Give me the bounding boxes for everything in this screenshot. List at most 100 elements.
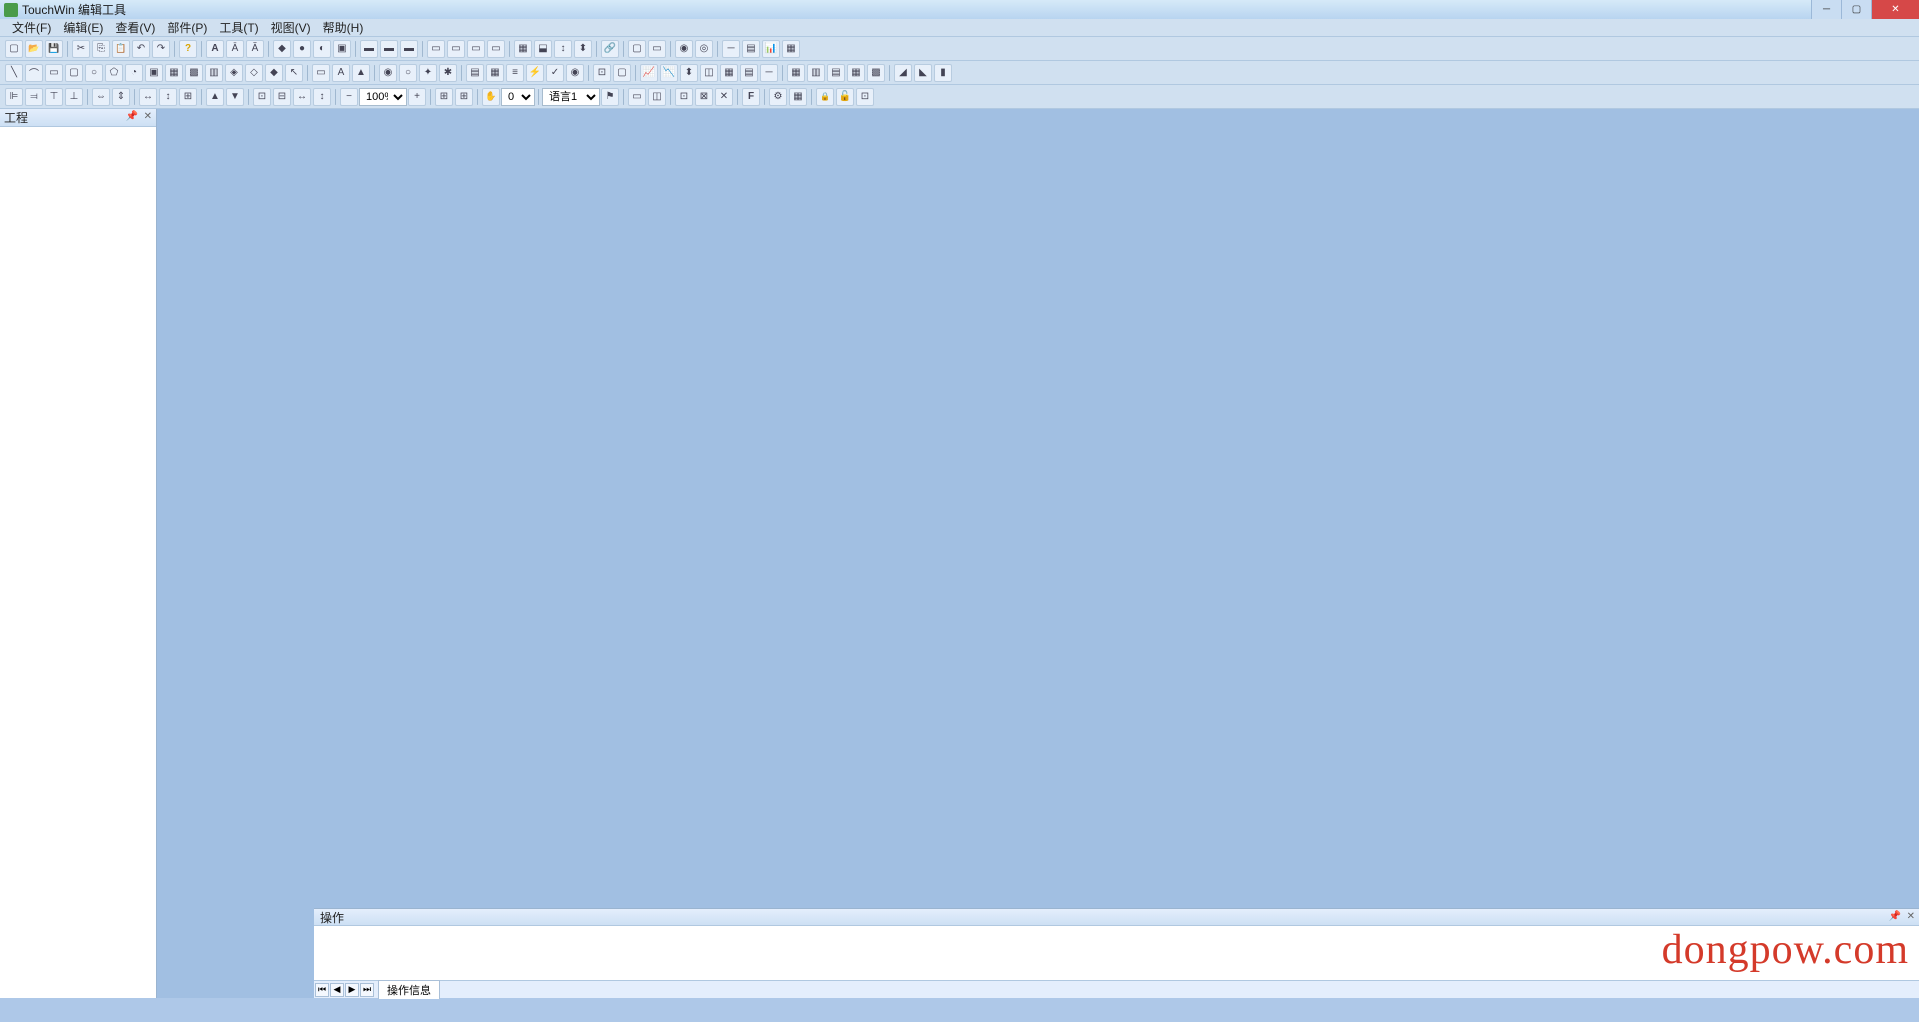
input-tool[interactable]: ▢ [613, 64, 631, 82]
text-tool-button[interactable] [206, 40, 224, 58]
maximize-button[interactable]: ▢ [1841, 0, 1871, 19]
align-left-button[interactable]: ⊫ [5, 88, 23, 106]
arc-tool[interactable]: ⌒ [25, 64, 43, 82]
window-tool[interactable]: ▭ [648, 40, 666, 58]
misc-tool[interactable]: ▮ [934, 64, 952, 82]
redo-button[interactable] [152, 40, 170, 58]
copy-button[interactable] [92, 40, 110, 58]
menu-file[interactable]: 文件(F) [6, 19, 57, 36]
same-size-button[interactable]: ⊞ [179, 88, 197, 106]
meter-tool[interactable]: ▦ [486, 64, 504, 82]
globe-button[interactable] [675, 40, 693, 58]
close-icon[interactable]: ✕ [144, 111, 152, 122]
tool-button[interactable]: Ā [226, 40, 244, 58]
menu-display[interactable]: 视图(V) [265, 19, 317, 36]
close-icon[interactable]: ✕ [1907, 911, 1915, 922]
misc-tool[interactable]: ▤ [742, 40, 760, 58]
display-tool[interactable]: ▭ [427, 40, 445, 58]
same-width-button[interactable]: ↔ [139, 88, 157, 106]
shape-button[interactable]: ▣ [333, 40, 351, 58]
pin-icon[interactable]: 📌 [126, 111, 138, 122]
tab-prev-button[interactable]: ◀ [330, 983, 344, 997]
distribute-v-button[interactable]: ⇕ [112, 88, 130, 106]
meter-tool[interactable]: ⚡ [526, 64, 544, 82]
grid-button[interactable] [435, 88, 453, 106]
about-button[interactable] [179, 40, 197, 58]
menu-help[interactable]: 帮助(H) [317, 19, 370, 36]
center-v-button[interactable]: ↕ [313, 88, 331, 106]
meter-tool[interactable]: ✓ [546, 64, 564, 82]
display-tool[interactable]: ▭ [447, 40, 465, 58]
center-h-button[interactable]: ↔ [293, 88, 311, 106]
pin-icon[interactable]: 📌 [1889, 911, 1901, 922]
font-button[interactable] [742, 88, 760, 106]
select-tool[interactable]: ▭ [628, 88, 646, 106]
meter-tool[interactable]: ▤ [466, 64, 484, 82]
chart-tool[interactable]: ▦ [514, 40, 532, 58]
hand-tool-button[interactable] [482, 88, 500, 106]
align-top-button[interactable]: ⊤ [45, 88, 63, 106]
3d-tool[interactable]: ◇ [245, 64, 263, 82]
misc-tool[interactable]: ─ [722, 40, 740, 58]
lamp-tool[interactable]: ✦ [419, 64, 437, 82]
tool-button[interactable]: ▦ [789, 88, 807, 106]
table-tool[interactable]: ▦ [847, 64, 865, 82]
snap-button[interactable]: ⊞ [455, 88, 473, 106]
zoom-out-button[interactable]: − [340, 88, 358, 106]
unlock-button[interactable]: 🔓 [836, 88, 854, 106]
flag-button[interactable] [601, 88, 619, 106]
zoom-in-button[interactable]: + [408, 88, 426, 106]
trend-tool[interactable]: 📉 [660, 64, 678, 82]
line-tool[interactable]: ╲ [5, 64, 23, 82]
table-tool[interactable]: ▥ [807, 64, 825, 82]
tool-button[interactable]: ⚙ [769, 88, 787, 106]
trend-tool[interactable]: ─ [760, 64, 778, 82]
input-tool[interactable]: ⊡ [593, 64, 611, 82]
chart-tool[interactable]: ⬍ [574, 40, 592, 58]
table-tool[interactable]: ▩ [867, 64, 885, 82]
tab-last-button[interactable]: ⏭ [360, 983, 374, 997]
chart-icon[interactable]: 📊 [762, 40, 780, 58]
bring-front-button[interactable]: ▲ [206, 88, 224, 106]
align-bottom-button[interactable]: ⊥ [65, 88, 83, 106]
button-tool[interactable]: ▬ [360, 40, 378, 58]
cut-button[interactable] [72, 40, 90, 58]
tool-button[interactable]: ◫ [648, 88, 666, 106]
tool-button[interactable]: ⊡ [675, 88, 693, 106]
lamp-tool[interactable]: ◉ [379, 64, 397, 82]
same-height-button[interactable]: ↕ [159, 88, 177, 106]
globe-button[interactable]: ◎ [695, 40, 713, 58]
misc-tool[interactable]: ▦ [782, 40, 800, 58]
text-tool[interactable]: A [332, 64, 350, 82]
frame-tool[interactable]: ▥ [205, 64, 223, 82]
misc-tool[interactable]: ◣ [914, 64, 932, 82]
frame-tool[interactable]: ▦ [165, 64, 183, 82]
frame-tool[interactable]: ▩ [185, 64, 203, 82]
state-select[interactable]: 0 [501, 88, 535, 106]
tab-first-button[interactable]: ⏮ [315, 983, 329, 997]
chart-tool[interactable]: ↕ [554, 40, 572, 58]
ungroup-button[interactable]: ⊟ [273, 88, 291, 106]
sector-tool[interactable]: ◔ [125, 64, 143, 82]
polygon-tool[interactable]: ⬠ [105, 64, 123, 82]
shape-button[interactable]: ● [293, 40, 311, 58]
group-button[interactable]: ⊡ [253, 88, 271, 106]
menu-view[interactable]: 查看(V) [109, 19, 161, 36]
open-button[interactable] [25, 40, 43, 58]
shape-button[interactable]: ◆ [273, 40, 291, 58]
save-button[interactable] [45, 40, 63, 58]
rect-tool[interactable]: ▭ [45, 64, 63, 82]
minimize-button[interactable]: ─ [1811, 0, 1841, 19]
window-tool[interactable]: ▢ [628, 40, 646, 58]
tab-operation-info[interactable]: 操作信息 [378, 980, 440, 999]
pointer-tool[interactable]: ↖ [285, 64, 303, 82]
lamp-tool[interactable]: ✱ [439, 64, 457, 82]
text-tool[interactable]: ▲ [352, 64, 370, 82]
trend-tool[interactable]: ◫ [700, 64, 718, 82]
undo-button[interactable] [132, 40, 150, 58]
frame-tool[interactable]: ▣ [145, 64, 163, 82]
project-tree[interactable] [0, 127, 156, 998]
display-tool[interactable]: ▭ [467, 40, 485, 58]
tool-button[interactable]: ⊠ [695, 88, 713, 106]
trend-tool[interactable]: ▦ [720, 64, 738, 82]
